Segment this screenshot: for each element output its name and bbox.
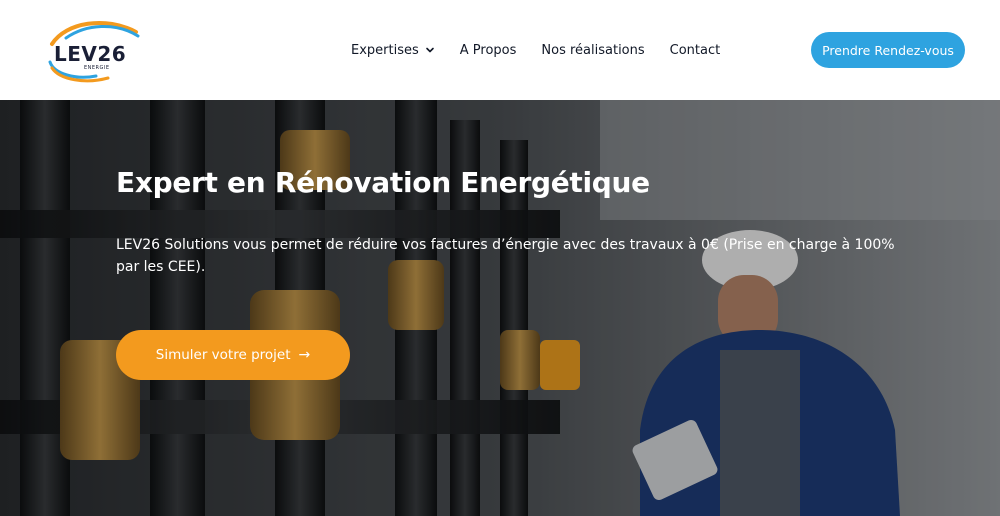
chevron-down-icon (425, 47, 434, 53)
nav-item-expertises[interactable]: Expertises (351, 43, 435, 58)
logo[interactable]: LEV26 ENERGIE (46, 14, 142, 86)
nav-item-contact[interactable]: Contact (670, 43, 721, 58)
simulate-project-button[interactable]: Simuler votre projet → (116, 330, 350, 380)
simulate-project-label: Simuler votre projet (155, 347, 291, 363)
nav-item-label: A Propos (459, 42, 517, 58)
site-header: LEV26 ENERGIE Expertises A Propos Nos ré… (0, 0, 1000, 100)
nav-item-label: Nos réalisations (541, 42, 645, 58)
hero-description: LEV26 Solutions vous permet de réduire v… (116, 237, 895, 275)
arrow-right-icon: → (298, 347, 311, 363)
book-appointment-button[interactable]: Prendre Rendez-vous (811, 32, 965, 68)
nav-item-nos-realisations[interactable]: Nos réalisations (541, 43, 644, 58)
logo-text: LEV26 (54, 42, 127, 66)
main-nav: Expertises A Propos Nos réalisations Con… (351, 40, 720, 60)
nav-item-label: Contact (669, 42, 721, 58)
hero-section: Expert en Rénovation Energétique LEV26 S… (0, 100, 1000, 516)
hero-title: Expert en Rénovation Energétique (116, 166, 650, 199)
nav-item-label: Expertises (351, 42, 419, 58)
nav-item-a-propos[interactable]: A Propos (460, 43, 517, 58)
logo-subtext: ENERGIE (84, 65, 110, 71)
hero-overlay (0, 100, 1000, 516)
